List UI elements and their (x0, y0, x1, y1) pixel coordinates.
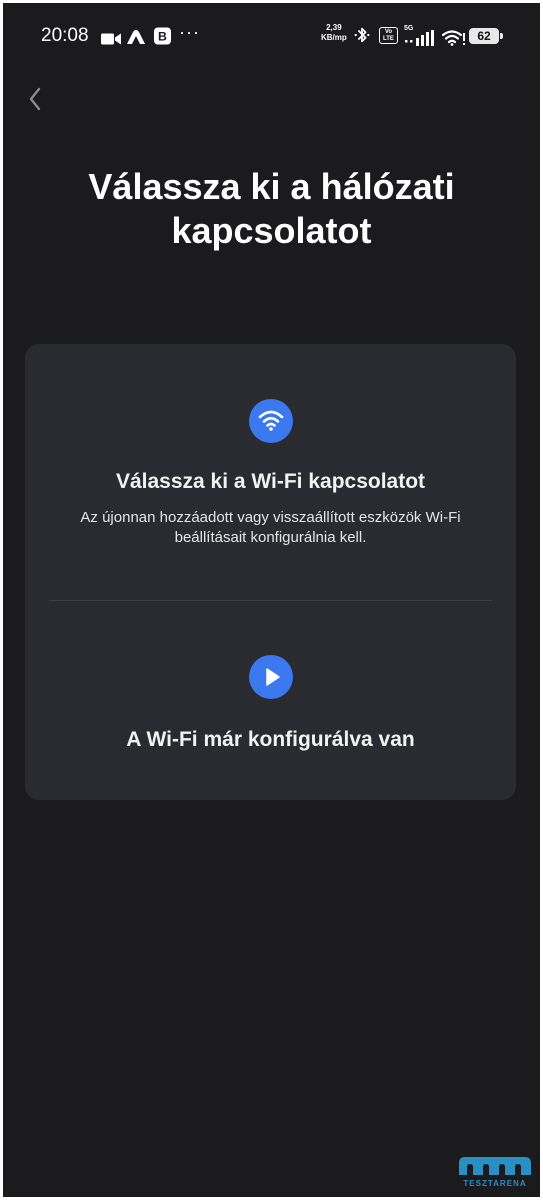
more-dots-icon: ··· (179, 22, 200, 42)
wifi-icon (249, 399, 293, 443)
network-speed-unit: KB/mp (321, 33, 347, 42)
bluetooth-icon (354, 27, 370, 43)
cloud-icon (127, 30, 145, 44)
svg-text:B: B (158, 30, 167, 44)
volte-bottom-label: LTE (383, 36, 394, 42)
option-divider (49, 600, 492, 601)
play-icon (249, 655, 293, 699)
status-time: 20:08 (41, 25, 89, 46)
network-speed: 2,39 KB/mp (321, 23, 347, 43)
wifi-setup-title: Válassza ki a Wi-Fi kapcsolatot (115, 470, 426, 493)
signal-icon (405, 30, 434, 46)
app-screen: 20:08 B ··· 2,39 KB/mp Vo LTE 5G 62 Vála… (3, 3, 540, 1197)
wifi-icon (442, 30, 465, 46)
network-options-card: Válassza ki a Wi-Fi kapcsolatot Az újonn… (25, 344, 516, 800)
watermark-logo: TESZTARENA (455, 1151, 535, 1193)
wifi-setup-option[interactable]: Válassza ki a Wi-Fi kapcsolatot Az újonn… (25, 344, 516, 600)
wifi-configured-title: A Wi-Fi már konfigurálva van (126, 728, 415, 751)
chevron-left-icon (29, 87, 41, 111)
network-speed-value: 2,39 (326, 23, 342, 32)
wifi-configured-option[interactable]: A Wi-Fi már konfigurálva van (25, 602, 516, 800)
status-bar: 20:08 B ··· 2,39 KB/mp Vo LTE 5G 62 (3, 3, 540, 67)
volte-top-label: Vo (384, 29, 393, 35)
b-badge-icon: B (153, 27, 172, 45)
wifi-setup-description: Az újonnan hozzáadott vagy visszaállítot… (80, 509, 461, 546)
watermark-logo-icon (459, 1157, 531, 1175)
video-camera-icon (101, 33, 121, 45)
battery-icon: 62 (469, 28, 499, 44)
watermark-text: TESZTARENA (463, 1179, 527, 1188)
back-button[interactable] (21, 79, 53, 119)
volte-icon: Vo LTE (379, 27, 398, 44)
page-title: Válassza ki a hálózati kapcsolatot (88, 166, 455, 251)
battery-tip (500, 33, 503, 39)
